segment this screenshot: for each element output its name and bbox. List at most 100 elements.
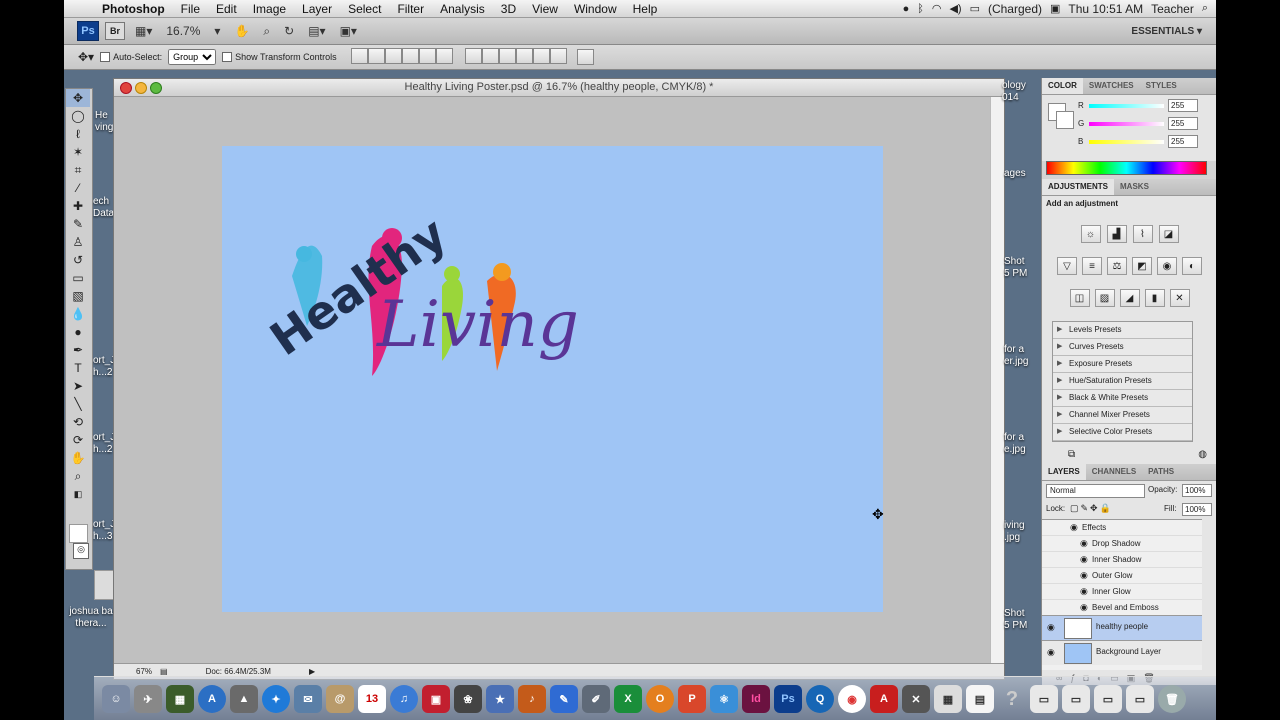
color-b-slider[interactable]: [1089, 140, 1164, 144]
gradient-map-icon[interactable]: ▮: [1144, 289, 1165, 307]
align-top-button[interactable]: [350, 48, 368, 64]
tab-paths[interactable]: PATHS: [1142, 464, 1180, 480]
channel-mixer-icon[interactable]: ◐: [1182, 257, 1202, 275]
hand-tool-icon[interactable]: ✋: [230, 24, 253, 38]
lasso-tool-icon[interactable]: ℓ: [66, 125, 90, 143]
hue-saturation-presets-item[interactable]: Hue/Saturation Presets: [1053, 373, 1192, 390]
color-background-swatch[interactable]: [1056, 111, 1074, 129]
3d-rotate-tool-icon[interactable]: ⟲: [66, 413, 90, 431]
color-r-field[interactable]: 255: [1168, 99, 1198, 112]
desktop-label-right-2[interactable]: ages: [1004, 168, 1026, 179]
effects-row[interactable]: ◉ Effects: [1042, 520, 1202, 535]
distribute-vcenter-button[interactable]: [481, 48, 499, 64]
effect-bevel-emboss[interactable]: ◉ Bevel and Emboss: [1042, 599, 1202, 615]
align-hcenter-button[interactable]: [418, 48, 436, 64]
status-icon[interactable]: ▤: [160, 667, 168, 676]
acrobat-icon[interactable]: A: [870, 685, 898, 713]
layer-visibility-icon[interactable]: ◉: [1047, 622, 1055, 633]
history-brush-tool-icon[interactable]: ↺: [66, 251, 90, 269]
outlook-icon[interactable]: O: [646, 685, 674, 713]
chrome-icon[interactable]: ◉: [838, 685, 866, 713]
document-stack-icon[interactable]: ▤: [966, 685, 994, 713]
calendar-icon[interactable]: 13: [358, 685, 386, 713]
dashboard-icon[interactable]: ▦: [166, 685, 194, 713]
status-doc-size[interactable]: Doc: 66.4M/25.3M: [206, 667, 271, 676]
desktop-label-left-1[interactable]: He ving: [95, 110, 113, 134]
flag-icon[interactable]: ▣: [1050, 2, 1060, 15]
auto-select-checkbox[interactable]: Auto-Select:: [100, 52, 162, 63]
menu-edit[interactable]: Edit: [208, 2, 245, 16]
tab-layers[interactable]: LAYERS: [1042, 464, 1086, 480]
stack-item-3[interactable]: ▭: [1094, 685, 1122, 713]
help-icon[interactable]: ?: [998, 685, 1026, 713]
tab-styles[interactable]: STYLES: [1140, 78, 1183, 94]
color-balance-icon[interactable]: ⚖: [1107, 257, 1127, 275]
desktop-label-left-4[interactable]: ort_J h...2: [93, 432, 115, 456]
type-tool-icon[interactable]: T: [66, 359, 90, 377]
distribute-left-button[interactable]: [515, 48, 533, 64]
status-menu-arrow-icon[interactable]: ▶: [309, 667, 315, 676]
excel-icon[interactable]: X: [614, 685, 642, 713]
zoom-tool-icon[interactable]: ⌕: [259, 24, 274, 39]
3d-orbit-tool-icon[interactable]: ⟳: [66, 431, 90, 449]
close-window-button[interactable]: [120, 82, 132, 94]
stack-item-1[interactable]: ▭: [1030, 685, 1058, 713]
address-book-icon[interactable]: @: [326, 685, 354, 713]
inner-shadow-visibility-icon[interactable]: ◉: [1080, 552, 1088, 567]
stack-item-4[interactable]: ▭: [1126, 685, 1154, 713]
align-left-button[interactable]: [401, 48, 419, 64]
healing-brush-tool-icon[interactable]: ✚: [66, 197, 90, 215]
color-g-field[interactable]: 255: [1168, 117, 1198, 130]
workspace-switcher[interactable]: ESSENTIALS ▾: [1131, 26, 1202, 37]
desktop-label-right-4[interactable]: for a er.jpg: [1004, 344, 1028, 368]
tab-color[interactable]: COLOR: [1042, 78, 1083, 94]
menu-view[interactable]: View: [524, 2, 566, 16]
exposure-icon[interactable]: ◪: [1158, 225, 1179, 243]
magic-wand-tool-icon[interactable]: ✶: [66, 143, 90, 161]
utilities-icon[interactable]: ✕: [902, 685, 930, 713]
posterize-icon[interactable]: ▨: [1094, 289, 1115, 307]
tab-masks[interactable]: MASKS: [1114, 179, 1155, 195]
document-title-bar[interactable]: Healthy Living Poster.psd @ 16.7% (healt…: [114, 79, 1004, 97]
mail-icon[interactable]: ✉: [294, 685, 322, 713]
photo-booth-icon[interactable]: ▣: [422, 685, 450, 713]
photo-filter-icon[interactable]: ◉: [1157, 257, 1177, 275]
curves-presets-item[interactable]: Curves Presets: [1053, 339, 1192, 356]
spotlight-search-icon[interactable]: ⌕: [1202, 2, 1208, 15]
desktop-label-right-5[interactable]: for a e.jpg: [1004, 432, 1026, 456]
drop-shadow-visibility-icon[interactable]: ◉: [1080, 536, 1088, 551]
distribute-hcenter-button[interactable]: [532, 48, 550, 64]
menu-file[interactable]: File: [173, 2, 208, 16]
desktop-label-right-7[interactable]: Shot 5 PM: [1004, 608, 1027, 632]
tab-adjustments[interactable]: ADJUSTMENTS: [1042, 179, 1115, 195]
selective-color-icon[interactable]: ✕: [1169, 289, 1190, 307]
zoom-level-select[interactable]: 16.7%: [162, 24, 204, 38]
rotate-view-icon[interactable]: ↻: [280, 24, 298, 38]
brush-tool-icon[interactable]: ✎: [66, 215, 90, 233]
effect-inner-glow[interactable]: ◉ Inner Glow: [1042, 583, 1202, 599]
photoshop-dock-icon[interactable]: Ps: [774, 685, 802, 713]
threshold-icon[interactable]: ◢: [1119, 289, 1140, 307]
imovie-icon[interactable]: ★: [486, 685, 514, 713]
adjustment-mask-icon[interactable]: ◍: [1198, 449, 1207, 460]
menu-clock[interactable]: Thu 10:51 AM: [1068, 2, 1143, 16]
lock-icons[interactable]: ▢✎✥🔒: [1070, 503, 1113, 514]
hue-saturation-icon[interactable]: ≡: [1082, 257, 1102, 275]
battery-icon[interactable]: ▭: [970, 2, 980, 15]
distribute-top-button[interactable]: [464, 48, 482, 64]
garageband-icon[interactable]: ♪: [518, 685, 546, 713]
blur-tool-icon[interactable]: 💧: [66, 305, 90, 323]
powerpoint-icon[interactable]: P: [678, 685, 706, 713]
desktop-label-left-6[interactable]: joshua ba thera...: [66, 606, 116, 630]
default-colors-icon[interactable]: ◧: [66, 485, 90, 503]
align-bottom-button[interactable]: [384, 48, 402, 64]
wifi-icon[interactable]: ◠: [932, 2, 942, 15]
pen-tool-icon[interactable]: ✒: [66, 341, 90, 359]
move-tool-preset-icon[interactable]: ✥▾: [78, 50, 94, 64]
auto-select-dropdown[interactable]: Group: [168, 49, 217, 65]
layer-row-healthy-people[interactable]: ◉ healthy people: [1042, 615, 1202, 640]
bevel-emboss-visibility-icon[interactable]: ◉: [1080, 600, 1088, 615]
arrange-documents-icon[interactable]: ▤▾: [304, 24, 329, 38]
dodge-tool-icon[interactable]: ●: [66, 323, 90, 341]
shape-tool-icon[interactable]: ╲: [66, 395, 90, 413]
